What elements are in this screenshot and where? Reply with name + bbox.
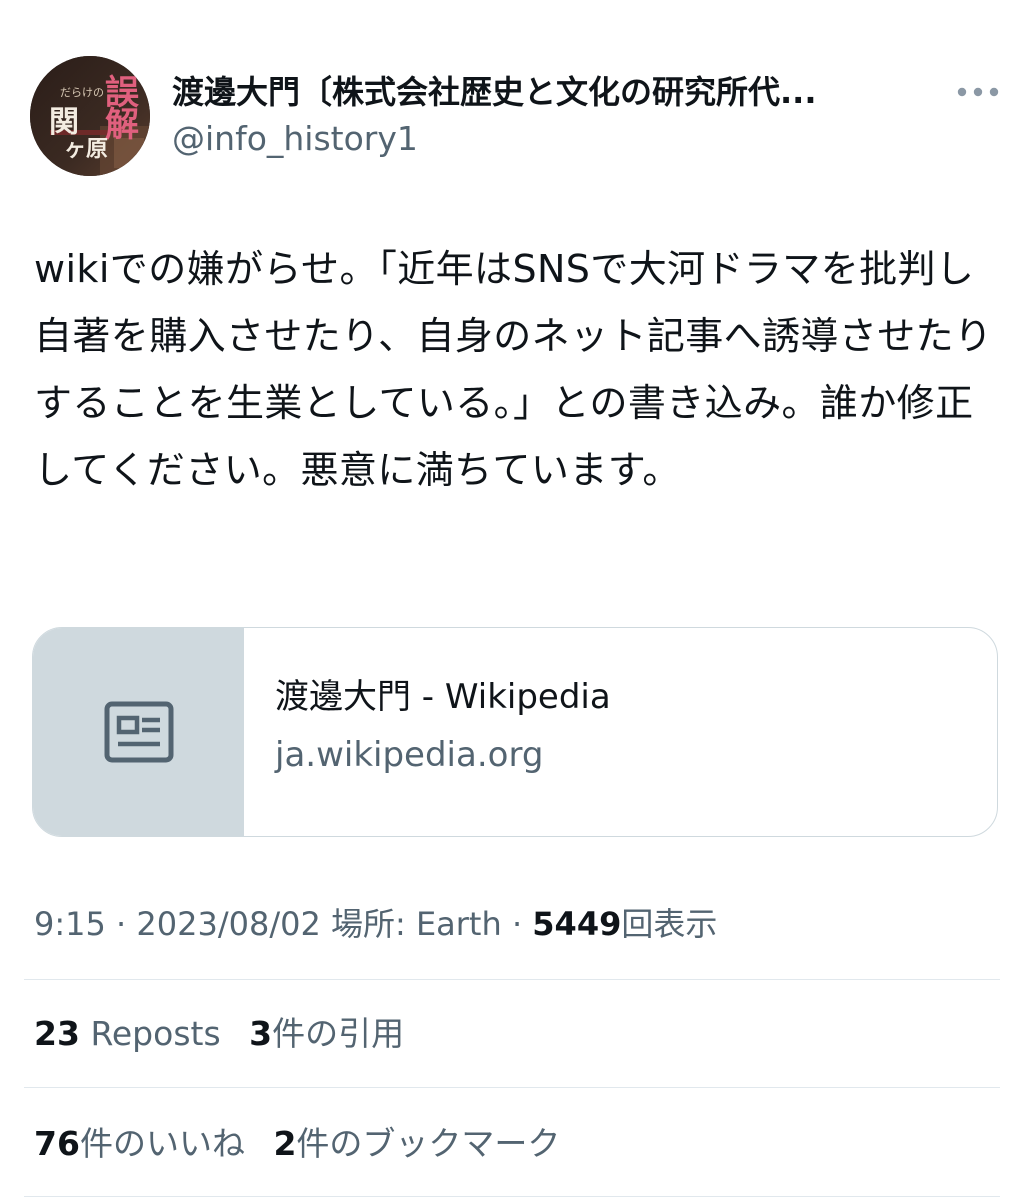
bookmarks-label: 件のブックマーク xyxy=(296,1124,561,1163)
bookmarks-stat[interactable]: 2件のブックマーク xyxy=(273,1122,560,1166)
quotes-stat[interactable]: 3件の引用 xyxy=(249,1012,404,1056)
likes-count: 76 xyxy=(34,1124,80,1163)
link-card-title: 渡邊大門 - Wikipedia xyxy=(275,677,611,717)
more-options-button[interactable] xyxy=(950,72,1006,112)
svg-text:ヶ原: ヶ原 xyxy=(64,136,108,162)
divider xyxy=(24,1087,1000,1088)
views-count: 5449 xyxy=(532,905,622,943)
stats-row-reposts: 23 Reposts 3件の引用 xyxy=(34,1012,422,1056)
svg-text:関: 関 xyxy=(49,105,79,140)
divider xyxy=(24,1196,1000,1197)
divider xyxy=(24,979,1000,980)
tweet-meta: 9:15 · 2023/08/02 場所: Earth · 5449回表示 xyxy=(34,902,717,946)
link-card-domain: ja.wikipedia.org xyxy=(275,735,544,775)
article-icon xyxy=(104,701,173,763)
meta-separator: · xyxy=(116,905,127,943)
reposts-label: Reposts xyxy=(90,1014,221,1053)
more-icon xyxy=(957,87,999,97)
tweet-time[interactable]: 9:15 xyxy=(34,905,106,943)
likes-label: 件のいいね xyxy=(79,1124,245,1163)
link-card-thumbnail xyxy=(33,628,244,836)
views-label: 回表示 xyxy=(621,905,718,943)
reposts-stat[interactable]: 23 Reposts xyxy=(34,1012,221,1056)
likes-stat[interactable]: 76件のいいね xyxy=(34,1122,245,1166)
svg-text:だらけの: だらけの xyxy=(60,86,104,99)
avatar-image: 誤 解 だらけの 関 ヶ原 xyxy=(30,56,150,176)
avatar[interactable]: 誤 解 だらけの 関 ヶ原 xyxy=(30,56,150,176)
author-name[interactable]: 渡邊大門〔株式会社歴史と文化の研究所代... xyxy=(172,72,932,112)
stats-row-likes: 76件のいいね 2件のブックマーク xyxy=(34,1122,578,1166)
meta-separator: · xyxy=(511,905,523,943)
author-handle[interactable]: @info_history1 xyxy=(172,118,418,160)
quotes-label: 件の引用 xyxy=(272,1014,405,1053)
svg-text:解: 解 xyxy=(105,105,139,145)
reposts-count: 23 xyxy=(34,1014,80,1053)
quotes-count: 3 xyxy=(249,1014,273,1053)
link-card[interactable]: 渡邊大門 - Wikipedia ja.wikipedia.org xyxy=(32,627,998,837)
tweet-date[interactable]: 2023/08/02 xyxy=(136,905,320,943)
tweet-location: 場所: Earth xyxy=(330,905,502,943)
tweet-text: wikiでの嫌がらせ。「近年はSNSで大河ドラマを批判し自著を購入させたり、自身… xyxy=(34,247,993,492)
tweet-detail: 誤 解 だらけの 関 ヶ原 渡邊大門〔株式会社歴史と文化の研究所代... @in… xyxy=(0,0,1032,1200)
bookmarks-count: 2 xyxy=(273,1124,297,1163)
